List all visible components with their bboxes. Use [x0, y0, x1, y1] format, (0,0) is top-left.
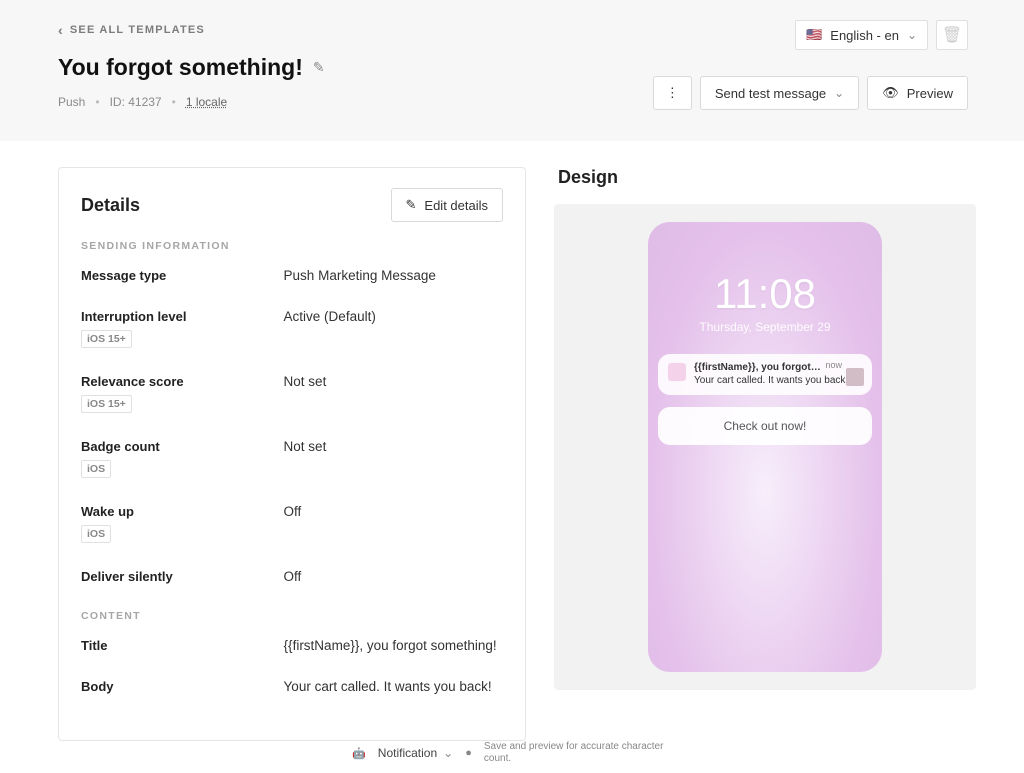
cta-text: Check out now! [724, 419, 807, 433]
field-value: Active (Default) [284, 309, 376, 348]
meta-type: Push [58, 95, 85, 109]
meta-locale-link[interactable]: 1 locale [186, 95, 227, 109]
field-value: Not set [284, 374, 327, 413]
breadcrumb-see-all-templates[interactable]: ‹ SEE ALL TEMPLATES [58, 23, 205, 37]
platform-tag: iOS [81, 460, 111, 478]
edit-details-button[interactable]: ✎ Edit details [391, 188, 504, 222]
pencil-icon[interactable]: ✎ [313, 59, 325, 76]
section-sending-label: SENDING INFORMATION [81, 240, 503, 252]
field-row-interruption: Interruption level iOS 15+ Active (Defau… [81, 309, 503, 348]
footer-bar: 🤖 Notification ⌄ ● Save and preview for … [0, 737, 1024, 769]
notif-thumbnail [846, 368, 864, 386]
field-value: Your cart called. It wants you back! [284, 679, 492, 694]
notification-preview: {{firstName}}, you forgot somet... Your … [658, 354, 872, 395]
field-value: Off [284, 569, 302, 584]
app-icon [668, 363, 686, 381]
design-panel: Design 11:08 Thursday, September 29 {{fi… [554, 167, 976, 727]
field-row-title: Title {{firstName}}, you forgot somethin… [81, 638, 503, 653]
field-row-wakeup: Wake up iOS Off [81, 504, 503, 543]
chevron-down-icon: ⌄ [907, 28, 917, 42]
notif-body: Your cart called. It wants you back! [694, 375, 862, 388]
field-row-message-type: Message type Push Marketing Message [81, 268, 503, 283]
field-label: Relevance score [81, 374, 284, 389]
field-label: Badge count [81, 439, 284, 454]
field-label: Interruption level [81, 309, 284, 324]
platform-tag: iOS [81, 525, 111, 543]
trash-icon: 🗑 [942, 25, 962, 45]
field-value: {{firstName}}, you forgot something! [284, 638, 497, 653]
locale-dropdown[interactable]: 🇺🇸 English - en ⌄ [795, 20, 928, 50]
design-title: Design [554, 167, 976, 188]
field-value: Not set [284, 439, 327, 478]
chevron-left-icon: ‹ [58, 23, 64, 37]
platform-tag: iOS 15+ [81, 395, 132, 413]
chevron-down-icon: ⌄ [443, 746, 453, 760]
details-card: Details ✎ Edit details SENDING INFORMATI… [58, 167, 526, 741]
field-label: Deliver silently [81, 569, 284, 584]
section-content-label: CONTENT [81, 610, 503, 622]
chevron-down-icon: ⌄ [834, 86, 844, 100]
field-row-body: Body Your cart called. It wants you back… [81, 679, 503, 694]
notification-cta: Check out now! [658, 407, 872, 445]
meta-id: ID: 41237 [110, 95, 162, 109]
locale-label: English - en [830, 28, 899, 43]
more-actions-button[interactable]: ⋮ [653, 76, 692, 110]
preview-label: Preview [907, 86, 953, 101]
preview-type-label: Notification [378, 746, 437, 760]
field-label: Title [81, 638, 284, 653]
footer-note-text: Save and preview for accurate character … [484, 741, 684, 765]
field-label: Body [81, 679, 284, 694]
platform-tag: iOS 15+ [81, 330, 132, 348]
notif-title: {{firstName}}, you forgot somet... [694, 362, 822, 375]
bullet-icon: ● [465, 747, 472, 759]
field-row-silent: Deliver silently Off [81, 569, 503, 584]
notif-time: now [825, 360, 842, 370]
field-row-relevance: Relevance score iOS 15+ Not set [81, 374, 503, 413]
pencil-icon: ✎ [406, 197, 417, 213]
footer-note: Save and preview for accurate character … [484, 741, 684, 765]
delete-locale-button[interactable]: 🗑 [936, 20, 968, 50]
field-label: Message type [81, 268, 284, 283]
kebab-icon: ⋮ [666, 85, 679, 101]
android-icon[interactable]: 🤖 [352, 747, 366, 760]
lock-date: Thursday, September 29 [658, 320, 872, 334]
breadcrumb-label: SEE ALL TEMPLATES [70, 24, 205, 36]
edit-details-label: Edit details [424, 198, 488, 213]
field-row-badge: Badge count iOS Not set [81, 439, 503, 478]
field-label: Wake up [81, 504, 284, 519]
page-header: ‹ SEE ALL TEMPLATES You forgot something… [0, 0, 1024, 141]
lock-time: 11:08 [658, 270, 872, 318]
page-title: You forgot something! [58, 54, 303, 81]
send-test-label: Send test message [715, 86, 826, 101]
field-value: Push Marketing Message [284, 268, 436, 283]
preview-button[interactable]: 👁 Preview [867, 76, 968, 110]
phone-preview: 11:08 Thursday, September 29 {{firstName… [648, 222, 882, 672]
phone-preview-wrap: 11:08 Thursday, September 29 {{firstName… [554, 204, 976, 690]
eye-icon: 👁 [882, 85, 899, 101]
field-value: Off [284, 504, 302, 543]
preview-type-dropdown[interactable]: Notification ⌄ [378, 746, 453, 760]
flag-icon: 🇺🇸 [806, 27, 822, 43]
send-test-button[interactable]: Send test message ⌄ [700, 76, 859, 110]
details-title: Details [81, 195, 140, 216]
